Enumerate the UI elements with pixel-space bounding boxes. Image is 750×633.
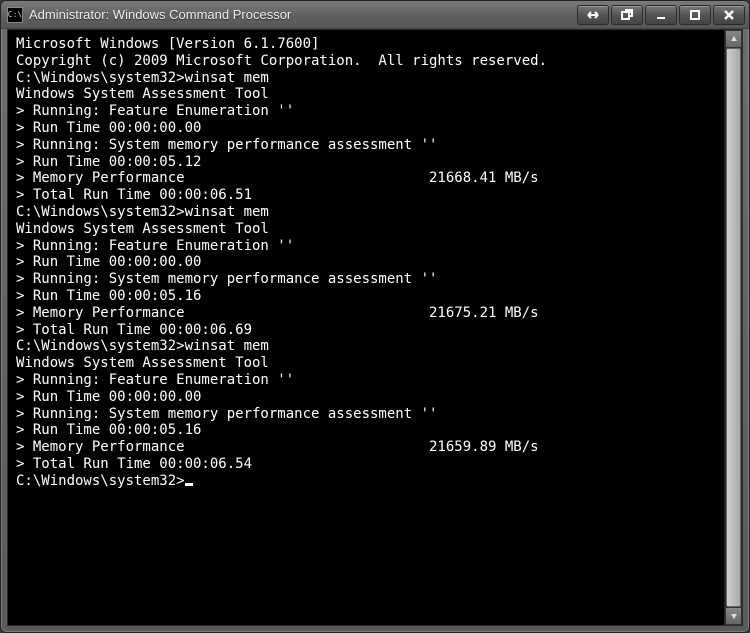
terminal-line: > Total Run Time 00:00:06.69 — [16, 322, 716, 339]
scrollbar[interactable] — [724, 30, 742, 625]
scroll-up-button[interactable] — [725, 30, 742, 48]
terminal-line: > Run Time 00:00:00.00 — [16, 254, 716, 271]
terminal-line: > Memory Performance 21659.89 MB/s — [16, 439, 716, 456]
terminal-line: Windows System Assessment Tool — [16, 355, 716, 372]
terminal-line: > Memory Performance 21668.41 MB/s — [16, 170, 716, 187]
titlebar[interactable]: C:\ Administrator: Windows Command Proce… — [1, 1, 749, 29]
terminal-line: C:\Windows\system32>winsat mem — [16, 70, 716, 87]
terminal-line: > Run Time 00:00:05.16 — [16, 288, 716, 305]
scroll-track[interactable] — [725, 48, 742, 607]
terminal-line: Microsoft Windows [Version 6.1.7600] — [16, 36, 716, 53]
terminal-line: C:\Windows\system32>winsat mem — [16, 204, 716, 221]
minimize-button[interactable] — [645, 5, 677, 25]
terminal-line: > Running: Feature Enumeration '' — [16, 238, 716, 255]
terminal-line: > Running: System memory performance ass… — [16, 406, 716, 423]
terminal-line: > Running: Feature Enumeration '' — [16, 372, 716, 389]
terminal-line: Windows System Assessment Tool — [16, 86, 716, 103]
terminal-line: > Running: System memory performance ass… — [16, 271, 716, 288]
terminal-output[interactable]: Microsoft Windows [Version 6.1.7600]Copy… — [8, 30, 724, 625]
terminal-line: > Run Time 00:00:05.16 — [16, 422, 716, 439]
terminal-line: > Total Run Time 00:00:06.54 — [16, 456, 716, 473]
scroll-thumb[interactable] — [726, 48, 741, 607]
cmd-icon: C:\ — [7, 7, 23, 23]
cursor — [185, 483, 193, 486]
window-controls — [577, 5, 745, 25]
resize-horiz-button[interactable] — [577, 5, 609, 25]
terminal-line: > Running: Feature Enumeration '' — [16, 103, 716, 120]
window-title: Administrator: Windows Command Processor — [29, 7, 291, 22]
terminal-line: > Running: System memory performance ass… — [16, 137, 716, 154]
cmd-window: C:\ Administrator: Windows Command Proce… — [0, 0, 750, 633]
terminal-line: > Run Time 00:00:00.00 — [16, 120, 716, 137]
close-button[interactable] — [713, 5, 745, 25]
terminal-line: > Run Time 00:00:05.12 — [16, 154, 716, 171]
maximize-button[interactable] — [679, 5, 711, 25]
terminal-line: Copyright (c) 2009 Microsoft Corporation… — [16, 53, 716, 70]
terminal-line: Windows System Assessment Tool — [16, 221, 716, 238]
popout-button[interactable] — [611, 5, 643, 25]
terminal-line: > Memory Performance 21675.21 MB/s — [16, 305, 716, 322]
terminal-prompt[interactable]: C:\Windows\system32> — [16, 473, 716, 490]
client-area: Microsoft Windows [Version 6.1.7600]Copy… — [7, 29, 743, 626]
terminal-line: > Total Run Time 00:00:06.51 — [16, 187, 716, 204]
terminal-line: C:\Windows\system32>winsat mem — [16, 338, 716, 355]
terminal-line: > Run Time 00:00:00.00 — [16, 389, 716, 406]
scroll-down-button[interactable] — [725, 607, 742, 625]
